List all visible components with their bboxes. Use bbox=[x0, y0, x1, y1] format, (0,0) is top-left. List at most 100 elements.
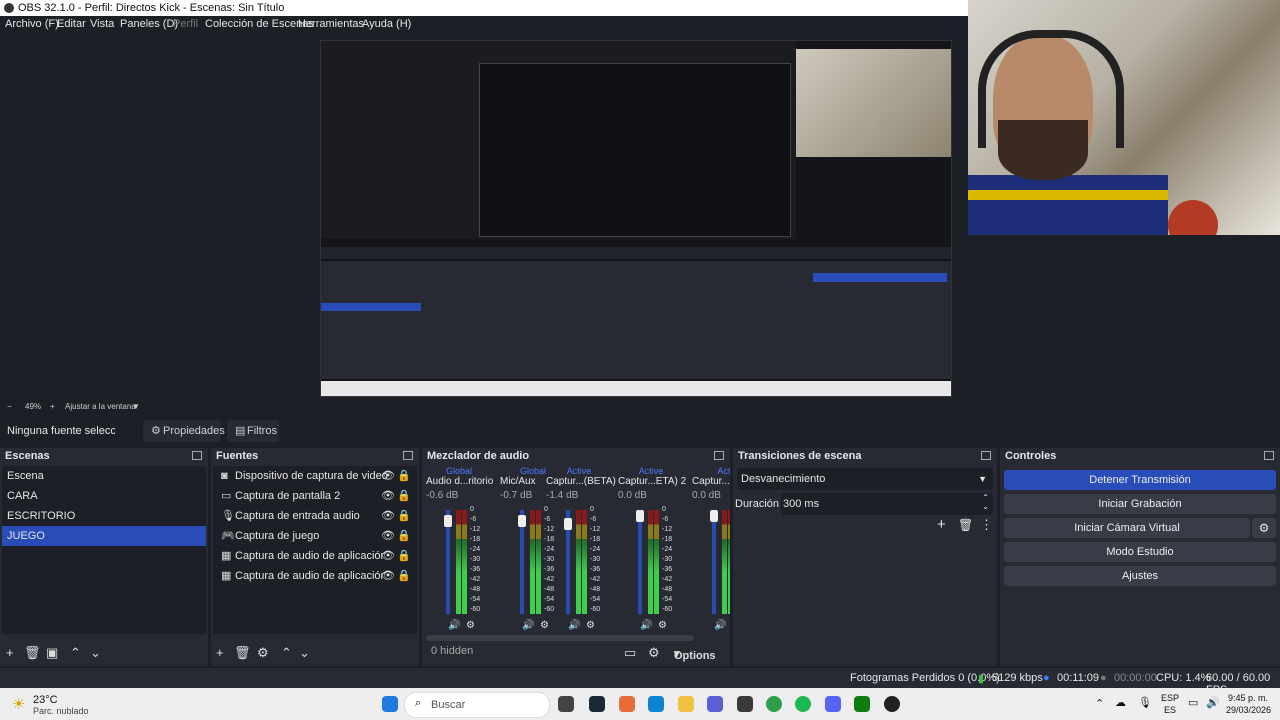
gear-icon[interactable]: ⚙ bbox=[257, 645, 269, 661]
channel-settings-icon[interactable]: ⚙ bbox=[658, 620, 667, 631]
channel-name[interactable]: Captur... bbox=[692, 476, 730, 490]
speaker-icon[interactable]: 🔊 bbox=[640, 620, 652, 631]
menu-archivo[interactable]: Archivo (F) bbox=[5, 18, 59, 30]
options-button[interactable]: Options ▾ bbox=[674, 647, 716, 662]
eye-icon[interactable]: 👁 bbox=[381, 466, 395, 486]
filter-icon[interactable]: ▣ bbox=[46, 645, 58, 661]
menu-herramientas[interactable]: Herramientas bbox=[298, 18, 364, 30]
menu-editar[interactable]: Editar bbox=[57, 18, 86, 30]
zoom-in-button[interactable]: + bbox=[50, 402, 55, 411]
volume-knob[interactable] bbox=[636, 510, 644, 522]
network-icon[interactable]: ▭ bbox=[1188, 696, 1198, 709]
file-explorer-icon[interactable] bbox=[678, 696, 694, 712]
spotify-icon[interactable] bbox=[795, 696, 811, 712]
lock-icon[interactable]: 🔒 bbox=[397, 506, 411, 526]
speaker-icon[interactable]: 🔊 bbox=[448, 620, 460, 631]
channel-name[interactable]: Captur...(BETA) bbox=[546, 476, 616, 490]
lock-icon[interactable]: 🔒 bbox=[397, 526, 411, 546]
source-item[interactable]: 🎙 Captura de entrada audio 👁 🔒 bbox=[213, 506, 417, 526]
clock-date[interactable]: 29/03/2026 bbox=[1226, 705, 1271, 715]
dock-popout-icon[interactable] bbox=[714, 451, 724, 460]
source-item[interactable]: ▦Captura de audio de aplicación (BETA) 2… bbox=[213, 566, 417, 586]
lock-icon[interactable]: 🔒 bbox=[397, 486, 411, 506]
eye-icon[interactable]: 👁 bbox=[381, 526, 395, 546]
add-icon[interactable]: + bbox=[937, 516, 946, 533]
add-icon[interactable]: + bbox=[216, 645, 224, 660]
search-box[interactable]: ⌕ Buscar bbox=[404, 692, 550, 718]
add-icon[interactable]: + bbox=[6, 645, 14, 660]
source-item[interactable]: ▦Captura de audio de aplicación (BETA)👁🔒 bbox=[213, 546, 417, 566]
menu-paneles[interactable]: Paneles (D) bbox=[120, 18, 178, 30]
stop-streaming-button[interactable]: Detener Transmisión bbox=[1004, 470, 1276, 490]
eye-icon[interactable]: 👁 bbox=[381, 486, 395, 506]
eye-icon[interactable]: 👁 bbox=[381, 546, 395, 566]
trash-icon[interactable]: 🗑 bbox=[234, 645, 251, 661]
windows-start-icon[interactable] bbox=[382, 696, 398, 712]
speaker-icon[interactable]: 🔊 bbox=[568, 620, 580, 631]
steam-icon[interactable] bbox=[589, 696, 605, 712]
dock-popout-icon[interactable] bbox=[192, 451, 202, 460]
lock-icon[interactable]: 🔒 bbox=[397, 546, 411, 566]
channel-name[interactable]: Captur...ETA) 2 bbox=[618, 476, 686, 490]
volume-icon[interactable]: 🔊 bbox=[1206, 696, 1220, 709]
properties-button[interactable]: ⚙ Propiedades bbox=[143, 420, 225, 442]
task-view-icon[interactable] bbox=[558, 696, 574, 712]
speaker-icon[interactable]: 🔊 bbox=[714, 620, 726, 631]
settings-button[interactable]: Ajustes bbox=[1004, 566, 1276, 586]
channel-name[interactable]: Audio d...ritorio bbox=[426, 476, 493, 490]
volume-knob[interactable] bbox=[564, 518, 572, 530]
speaker-icon[interactable]: 🔊 bbox=[522, 620, 534, 631]
volume-knob[interactable] bbox=[710, 510, 718, 522]
xbox-icon[interactable] bbox=[854, 696, 870, 712]
store-icon[interactable] bbox=[737, 696, 753, 712]
chevron-up-icon[interactable]: ⌃ bbox=[1095, 697, 1104, 710]
down-arrow-icon[interactable]: ⌄ bbox=[90, 645, 101, 661]
trash-icon[interactable]: 🗑 bbox=[958, 518, 973, 532]
lock-icon[interactable]: 🔒 bbox=[397, 466, 411, 486]
trash-icon[interactable]: 🗑 bbox=[24, 645, 41, 661]
more-icon[interactable]: ⋮ bbox=[980, 517, 993, 533]
source-item[interactable]: 🎮 Captura de juego 👁 🔒 bbox=[213, 526, 417, 546]
dock-popout-icon[interactable] bbox=[403, 451, 413, 460]
channel-settings-icon[interactable]: ⚙ bbox=[466, 620, 475, 631]
edge-icon[interactable] bbox=[648, 696, 664, 712]
eye-icon[interactable]: 👁 bbox=[381, 566, 395, 586]
obs-icon[interactable] bbox=[884, 696, 900, 712]
up-arrow-icon[interactable]: ⌃ bbox=[281, 645, 292, 661]
zoom-out-button[interactable]: − bbox=[7, 402, 12, 411]
advanced-audio-icon[interactable]: ⚙ bbox=[648, 645, 660, 661]
scene-item[interactable]: ESCRITORIO bbox=[2, 506, 206, 526]
studio-mode-button[interactable]: Modo Estudio bbox=[1004, 542, 1276, 562]
volume-slider[interactable] bbox=[638, 510, 642, 614]
start-recording-button[interactable]: Iniciar Grabación bbox=[1004, 494, 1276, 514]
dock-popout-icon[interactable] bbox=[1264, 451, 1274, 460]
source-item[interactable]: ◙ Dispositivo de captura de video 👁 🔒 bbox=[213, 466, 417, 486]
fit-window-label[interactable]: Ajustar a la ventana bbox=[65, 402, 136, 411]
virtual-camera-button[interactable]: Iniciar Cámara Virtual bbox=[1004, 518, 1250, 538]
volume-slider[interactable] bbox=[712, 510, 716, 614]
mixer-scrollbar[interactable] bbox=[426, 635, 694, 641]
language-bottom[interactable]: ES bbox=[1164, 705, 1176, 715]
menu-perfil[interactable]: Perfil bbox=[173, 18, 198, 30]
dock-popout-icon[interactable] bbox=[981, 451, 991, 460]
layout-icon[interactable]: ▭ bbox=[624, 645, 636, 661]
duration-field[interactable]: 300 ms ⌃ ⌄ bbox=[781, 493, 993, 515]
transition-select[interactable]: Desvanecimiento ▼ bbox=[737, 468, 993, 490]
language-top[interactable]: ESP bbox=[1161, 693, 1179, 703]
gear-icon[interactable]: ⚙ bbox=[1252, 518, 1276, 538]
channel-settings-icon[interactable]: ⚙ bbox=[586, 620, 595, 631]
eye-icon[interactable]: 👁 bbox=[381, 506, 395, 526]
teams-icon[interactable] bbox=[707, 696, 723, 712]
scene-item[interactable]: Escena bbox=[2, 466, 206, 486]
menu-vista[interactable]: Vista bbox=[90, 18, 114, 30]
copilot-icon[interactable] bbox=[619, 696, 635, 712]
volume-knob[interactable] bbox=[518, 515, 526, 527]
zoom-dropdown-icon[interactable]: ▼ bbox=[132, 402, 140, 411]
volume-knob[interactable] bbox=[444, 515, 452, 527]
tray-icon[interactable]: ☁ bbox=[1115, 696, 1126, 709]
filters-button[interactable]: ▤ Filtros bbox=[227, 420, 279, 442]
scene-item-selected[interactable]: JUEGO bbox=[2, 526, 206, 546]
menu-ayuda[interactable]: Ayuda (H) bbox=[362, 18, 411, 30]
up-arrow-icon[interactable]: ⌃ bbox=[70, 645, 81, 661]
discord-icon[interactable] bbox=[825, 696, 841, 712]
